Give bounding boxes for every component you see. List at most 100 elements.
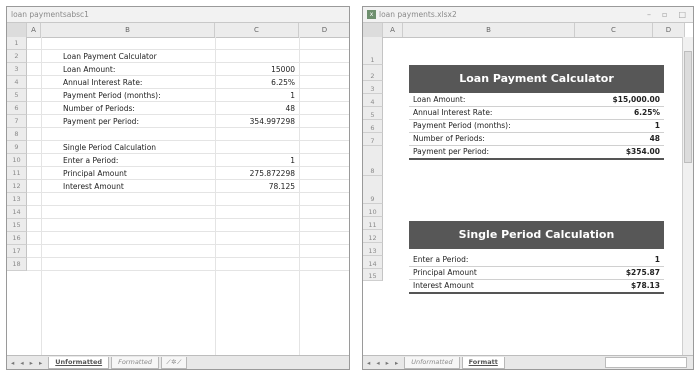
- row-header[interactable]: 2: [363, 65, 383, 81]
- calc-row-payment-per-period: Payment per Period: $354.00: [409, 145, 664, 160]
- cell-label[interactable]: Payment per Period:: [63, 115, 139, 128]
- cell-value[interactable]: 6.25%: [217, 76, 295, 89]
- row-header[interactable]: 7: [7, 115, 27, 128]
- cell-value[interactable]: [217, 232, 295, 245]
- calc-label: Number of Periods:: [413, 134, 485, 143]
- cell-value[interactable]: [217, 128, 295, 141]
- cell-label[interactable]: Principal Amount: [63, 167, 127, 180]
- cell-value[interactable]: [217, 141, 295, 154]
- column-header-c[interactable]: C: [215, 23, 299, 37]
- cell-value[interactable]: 48: [217, 102, 295, 115]
- calc-label: Payment Period (months):: [413, 121, 511, 130]
- row-header[interactable]: 6: [7, 102, 27, 115]
- row-header[interactable]: 2: [7, 50, 27, 63]
- row-header[interactable]: 7: [363, 133, 383, 146]
- excel-icon: x: [367, 10, 376, 19]
- title-bar[interactable]: x loan payments.xlsx2 – ▫ □: [363, 7, 693, 23]
- scrollbar-thumb[interactable]: [684, 51, 692, 163]
- title-bar[interactable]: loan paymentsabsc1: [7, 7, 349, 23]
- cell-value[interactable]: 1: [217, 89, 295, 102]
- row-header[interactable]: 9: [363, 176, 383, 204]
- cell-value[interactable]: [217, 50, 295, 63]
- row-header[interactable]: 11: [363, 217, 383, 230]
- row-header[interactable]: 4: [363, 94, 383, 107]
- single-period-block[interactable]: Single Period Calculation Enter a Period…: [409, 221, 664, 299]
- loan-calculator-block[interactable]: Loan Payment Calculator Loan Amount: $15,…: [409, 65, 664, 160]
- calc-value: 48: [649, 134, 660, 143]
- row-header[interactable]: 14: [7, 206, 27, 219]
- close-button[interactable]: □: [678, 10, 686, 19]
- row-header[interactable]: 3: [363, 81, 383, 94]
- row-header[interactable]: 10: [7, 154, 27, 167]
- row-header[interactable]: 6: [363, 120, 383, 133]
- gridline: [27, 270, 349, 271]
- row-header[interactable]: 17: [7, 245, 27, 258]
- maximize-button[interactable]: ▫: [662, 10, 667, 19]
- row-header[interactable]: 12: [7, 180, 27, 193]
- cell-label[interactable]: Payment Period (months):: [63, 89, 161, 102]
- cell-value[interactable]: 275.872298: [217, 167, 295, 180]
- column-header-a[interactable]: A: [27, 23, 41, 37]
- cell-value[interactable]: 1: [217, 154, 295, 167]
- row-header[interactable]: 5: [7, 89, 27, 102]
- row-header[interactable]: 12: [363, 230, 383, 243]
- column-header-b[interactable]: B: [41, 23, 215, 37]
- sheet-scroll-buttons[interactable]: ◂ ◂ ▸ ▸: [7, 359, 48, 367]
- row-header[interactable]: 15: [7, 219, 27, 232]
- cell-value[interactable]: 354.997298: [217, 115, 295, 128]
- cell-label[interactable]: Annual Interest Rate:: [63, 76, 142, 89]
- row-header[interactable]: 14: [363, 256, 383, 269]
- cell-value[interactable]: 15000: [217, 63, 295, 76]
- insert-sheet-tab[interactable]: ⁄ ✲ ⁄: [161, 356, 187, 369]
- cell-label[interactable]: Single Period Calculation: [63, 141, 156, 154]
- tab-formatted[interactable]: Formatt: [461, 356, 505, 369]
- tab-unformatted[interactable]: Unformatted: [48, 356, 110, 369]
- row-header[interactable]: 18: [7, 258, 27, 271]
- tab-formatted[interactable]: Formatted: [111, 356, 160, 369]
- row-header[interactable]: 1: [7, 37, 27, 50]
- column-header-b[interactable]: B: [403, 23, 575, 37]
- cell-value[interactable]: [217, 245, 295, 258]
- cell-label[interactable]: Loan Payment Calculator: [63, 50, 157, 63]
- cell-value[interactable]: [217, 37, 295, 50]
- row-header[interactable]: 11: [7, 167, 27, 180]
- cell-label[interactable]: Enter a Period:: [63, 154, 118, 167]
- select-all-corner[interactable]: [7, 23, 27, 37]
- cell-value[interactable]: [217, 258, 295, 271]
- row-header[interactable]: 16: [7, 232, 27, 245]
- calculator-title: Loan Payment Calculator: [409, 65, 664, 93]
- row-header[interactable]: 8: [363, 146, 383, 176]
- calc-value: $354.00: [625, 147, 660, 156]
- horizontal-scrollbar[interactable]: [605, 357, 687, 368]
- minimize-button[interactable]: –: [647, 10, 651, 19]
- select-all-corner[interactable]: [363, 23, 383, 37]
- tab-unformatted[interactable]: Unformatted: [404, 356, 460, 369]
- single-row-interest: Interest Amount $78.13: [409, 279, 664, 294]
- row-header[interactable]: 3: [7, 63, 27, 76]
- cell-label[interactable]: Number of Periods:: [63, 102, 135, 115]
- row-header[interactable]: 4: [7, 76, 27, 89]
- cell-label[interactable]: Loan Amount:: [63, 63, 115, 76]
- row-header[interactable]: 8: [7, 128, 27, 141]
- cell-value[interactable]: [217, 193, 295, 206]
- row-header[interactable]: 15: [363, 269, 383, 281]
- gridline: [27, 218, 349, 219]
- row-header[interactable]: 13: [363, 243, 383, 256]
- sheet-scroll-buttons[interactable]: ◂ ◂ ▸ ▸: [363, 359, 404, 367]
- cell-label[interactable]: Interest Amount: [63, 180, 124, 193]
- gridline: [27, 231, 349, 232]
- column-header-d[interactable]: D: [653, 23, 685, 37]
- row-header[interactable]: 5: [363, 107, 383, 120]
- cell-value[interactable]: [217, 206, 295, 219]
- column-header-c[interactable]: C: [575, 23, 653, 37]
- column-header-a[interactable]: A: [383, 23, 403, 37]
- single-value: $78.13: [631, 281, 660, 290]
- row-header[interactable]: 9: [7, 141, 27, 154]
- row-header[interactable]: 1: [363, 37, 383, 65]
- column-header-d[interactable]: D: [299, 23, 349, 37]
- row-header[interactable]: 10: [363, 204, 383, 217]
- cell-value[interactable]: [217, 219, 295, 232]
- vertical-scrollbar[interactable]: [682, 37, 693, 355]
- cell-value[interactable]: 78.125: [217, 180, 295, 193]
- row-header[interactable]: 13: [7, 193, 27, 206]
